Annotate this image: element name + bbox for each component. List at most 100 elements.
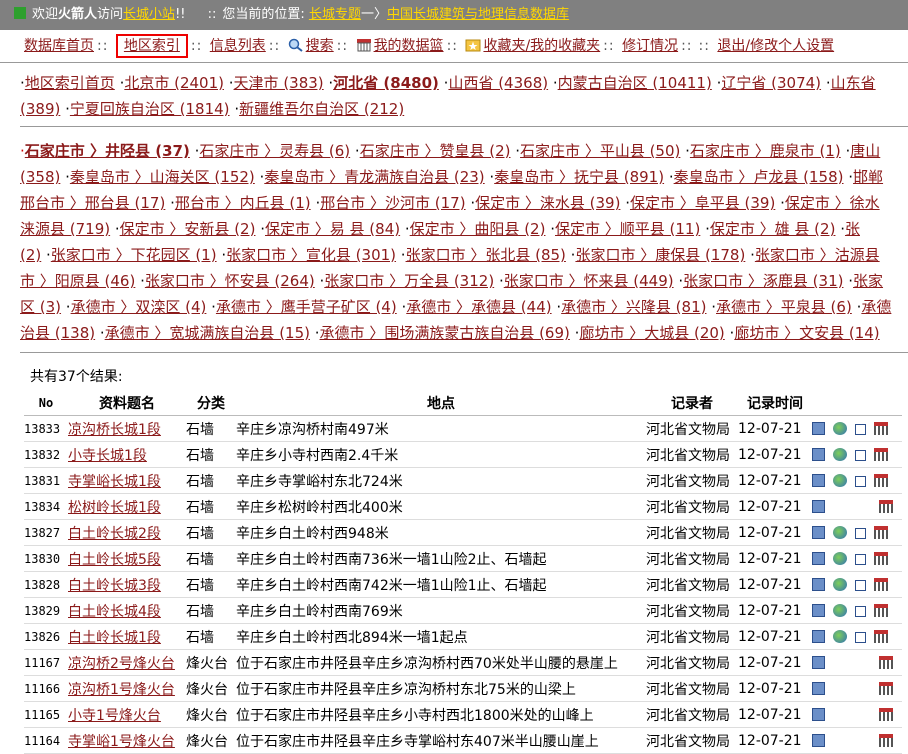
basket-icon[interactable] bbox=[879, 655, 893, 669]
county-link[interactable]: 唐山 bbox=[850, 142, 880, 160]
region-link-current[interactable]: 河北省 (8480) bbox=[333, 74, 439, 92]
globe-icon[interactable] bbox=[833, 629, 847, 643]
document-icon[interactable] bbox=[812, 655, 825, 669]
county-link[interactable]: 廊坊市 〉文安县 (14) bbox=[734, 324, 879, 342]
county-link[interactable]: 承德市 〉兴隆县 (81) bbox=[561, 298, 706, 316]
nav-my-basket[interactable]: 我的数据篮 bbox=[374, 38, 444, 54]
site-link[interactable]: 长城小站 bbox=[123, 7, 175, 22]
record-title-link[interactable]: 凉沟桥1号烽火台 bbox=[68, 682, 175, 698]
county-link[interactable]: 承德 bbox=[861, 298, 891, 316]
breadcrumb-database[interactable]: 中国长城建筑与地理信息数据库 bbox=[387, 7, 569, 22]
document-icon[interactable] bbox=[812, 577, 825, 591]
nav-search[interactable]: 搜索 bbox=[306, 38, 334, 54]
checkbox-icon[interactable] bbox=[855, 605, 866, 617]
county-link[interactable]: 保定市 〉雄 县 (2) bbox=[710, 220, 836, 238]
checkbox-icon[interactable] bbox=[855, 631, 866, 643]
county-link[interactable]: 承德市 〉双滦区 (4) bbox=[71, 298, 207, 316]
basket-icon[interactable] bbox=[874, 629, 888, 643]
basket-icon[interactable] bbox=[879, 499, 893, 513]
county-link[interactable]: 石家庄市 〉平山县 (50) bbox=[520, 142, 680, 160]
county-link[interactable]: 张家口市 〉宣化县 (301) bbox=[226, 246, 396, 264]
document-icon[interactable] bbox=[812, 421, 825, 435]
county-link[interactable]: 张家口市 〉康保县 (178) bbox=[575, 246, 745, 264]
county-link[interactable]: 保定市 〉曲阳县 (2) bbox=[410, 220, 546, 238]
county-link[interactable]: 保定市 〉顺平县 (11) bbox=[555, 220, 700, 238]
region-link[interactable]: 内蒙古自治区 (10411) bbox=[558, 74, 712, 92]
nav-region-index[interactable]: 地区索引 bbox=[115, 34, 188, 58]
globe-icon[interactable] bbox=[833, 577, 847, 591]
document-icon[interactable] bbox=[812, 525, 825, 539]
nav-db-home[interactable]: 数据库首页 bbox=[24, 38, 94, 54]
county-link-current[interactable]: 石家庄市 〉井陉县 (37) bbox=[25, 142, 190, 160]
county-link[interactable]: 承德市 〉宽城满族自治县 (15) bbox=[105, 324, 310, 342]
county-link[interactable]: 邯郸 bbox=[853, 168, 883, 186]
county-link[interactable]: 张家口市 〉万全县 (312) bbox=[324, 272, 494, 290]
basket-icon[interactable] bbox=[874, 577, 888, 591]
county-link[interactable]: 秦皇岛市 〉山海关区 (152) bbox=[70, 168, 255, 186]
nav-revisions[interactable]: 修订情况 bbox=[622, 38, 678, 54]
county-link[interactable]: 承德市 〉承德县 (44) bbox=[406, 298, 551, 316]
nav-info-list[interactable]: 信息列表 bbox=[210, 38, 266, 54]
checkbox-icon[interactable] bbox=[855, 449, 866, 461]
basket-icon[interactable] bbox=[874, 603, 888, 617]
record-title-link[interactable]: 松树岭长城1段 bbox=[68, 500, 161, 516]
record-title-link[interactable]: 寺掌峪1号烽火台 bbox=[68, 734, 175, 750]
county-link[interactable]: 秦皇岛市 〉抚宁县 (891) bbox=[494, 168, 664, 186]
county-link[interactable]: 张 bbox=[845, 220, 860, 238]
county-link[interactable]: 保定市 〉阜平县 (39) bbox=[630, 194, 775, 212]
county-link[interactable]: 张家口市 〉怀安县 (264) bbox=[145, 272, 315, 290]
record-title-link[interactable]: 凉沟桥长城1段 bbox=[68, 422, 161, 438]
region-link[interactable]: 辽宁省 (3074) bbox=[721, 74, 821, 92]
record-title-link[interactable]: 小寺长城1段 bbox=[68, 448, 147, 464]
county-link[interactable]: 承德市 〉围场满族蒙古族自治县 (69) bbox=[320, 324, 570, 342]
record-title-link[interactable]: 白土岭长城1段 bbox=[68, 630, 161, 646]
basket-icon[interactable] bbox=[879, 707, 893, 721]
county-link[interactable]: 保定市 〉徐水 bbox=[785, 194, 880, 212]
document-icon[interactable] bbox=[812, 473, 825, 487]
checkbox-icon[interactable] bbox=[855, 579, 866, 591]
region-link[interactable]: 地区索引首页 bbox=[25, 74, 115, 92]
basket-icon[interactable] bbox=[874, 551, 888, 565]
checkbox-icon[interactable] bbox=[855, 475, 866, 487]
county-link[interactable]: 张家 bbox=[853, 272, 883, 290]
region-link[interactable]: 宁夏回族自治区 (1814) bbox=[70, 100, 230, 118]
globe-icon[interactable] bbox=[833, 603, 847, 617]
checkbox-icon[interactable] bbox=[855, 553, 866, 565]
globe-icon[interactable] bbox=[833, 551, 847, 565]
county-link[interactable]: 邢台市 〉沙河市 (17) bbox=[320, 194, 465, 212]
basket-icon[interactable] bbox=[874, 525, 888, 539]
basket-icon[interactable] bbox=[874, 421, 888, 435]
county-link[interactable]: 石家庄市 〉鹿泉市 (1) bbox=[690, 142, 841, 160]
document-icon[interactable] bbox=[812, 447, 825, 461]
county-link[interactable]: 邢台市 〉内丘县 (1) bbox=[175, 194, 311, 212]
document-icon[interactable] bbox=[812, 707, 825, 721]
county-link[interactable]: 石家庄市 〉灵寿县 (6) bbox=[199, 142, 350, 160]
basket-icon[interactable] bbox=[879, 681, 893, 695]
county-link[interactable]: 秦皇岛市 〉青龙满族自治县 (23) bbox=[264, 168, 484, 186]
county-link[interactable]: 张家口市 〉怀来县 (449) bbox=[504, 272, 674, 290]
region-link[interactable]: 新疆维吾尔自治区 (212) bbox=[239, 100, 404, 118]
basket-icon[interactable] bbox=[874, 447, 888, 461]
region-link[interactable]: 山西省 (4368) bbox=[448, 74, 548, 92]
record-title-link[interactable]: 白土岭长城2段 bbox=[68, 526, 161, 542]
county-link[interactable]: 保定市 〉安新县 (2) bbox=[120, 220, 256, 238]
record-title-link[interactable]: 凉沟桥2号烽火台 bbox=[68, 656, 175, 672]
county-link[interactable]: 邢台市 〉邢台县 (17) bbox=[20, 194, 165, 212]
region-link[interactable]: 山东省 bbox=[831, 74, 876, 92]
county-link[interactable]: 张家口市 〉张北县 (85) bbox=[406, 246, 566, 264]
county-link[interactable]: 张家口市 〉涿鹿县 (31) bbox=[683, 272, 843, 290]
region-link[interactable]: 天津市 (383) bbox=[234, 74, 324, 92]
record-title-link[interactable]: 寺掌峪长城1段 bbox=[68, 474, 161, 490]
county-link[interactable]: 廊坊市 〉大城县 (20) bbox=[579, 324, 724, 342]
county-link[interactable]: 石家庄市 〉赞皇县 (2) bbox=[360, 142, 511, 160]
county-link[interactable]: 涞源县 (719) bbox=[20, 220, 110, 238]
county-link[interactable]: 秦皇岛市 〉卢龙县 (158) bbox=[674, 168, 844, 186]
document-icon[interactable] bbox=[812, 551, 825, 565]
breadcrumb-topic[interactable]: 长城专题 bbox=[309, 7, 361, 22]
record-title-link[interactable]: 白土岭长城3段 bbox=[68, 578, 161, 594]
county-link[interactable]: 保定市 〉易 县 (84) bbox=[265, 220, 400, 238]
document-icon[interactable] bbox=[812, 603, 825, 617]
county-link[interactable]: 张家口市 〉下花园区 (1) bbox=[51, 246, 217, 264]
globe-icon[interactable] bbox=[833, 525, 847, 539]
county-link[interactable]: (358) bbox=[20, 168, 60, 186]
